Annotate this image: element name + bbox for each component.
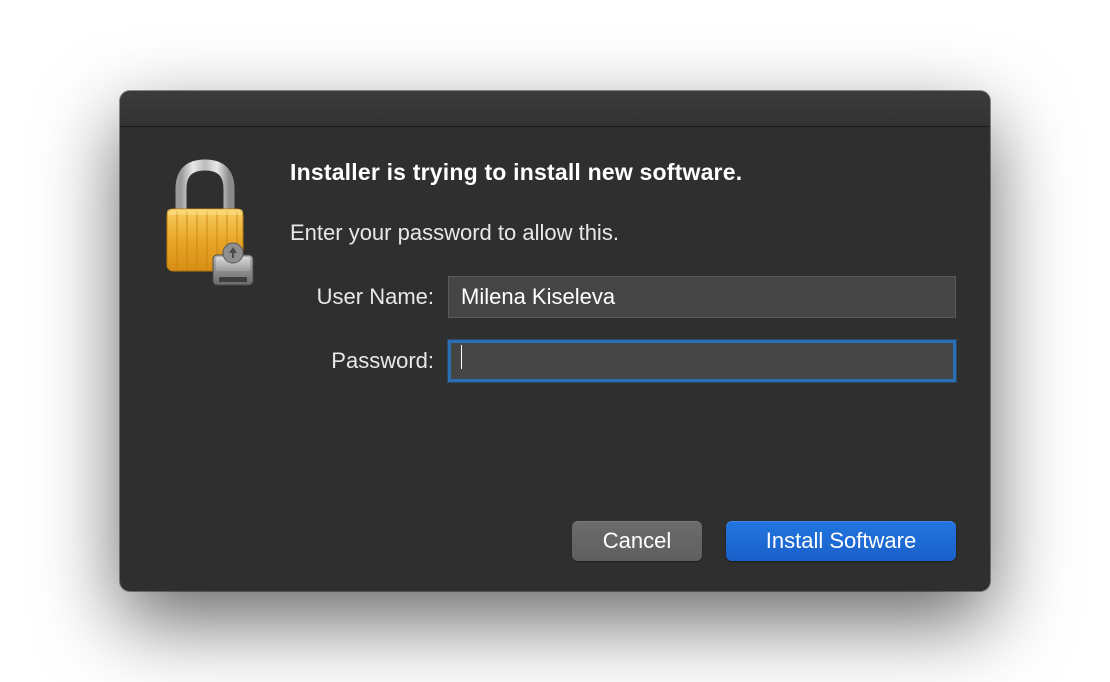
cancel-button[interactable]: Cancel [572,521,702,561]
lock-icon [159,159,259,382]
dialog-content: Installer is trying to install new softw… [120,127,990,382]
password-label: Password: [290,348,448,374]
dialog-instruction: Enter your password to allow this. [290,220,956,246]
auth-dialog: Installer is trying to install new softw… [120,91,990,591]
password-row: Password: [290,340,956,382]
dialog-heading: Installer is trying to install new softw… [290,159,956,186]
username-row: User Name: [290,276,956,318]
main-column: Installer is trying to install new softw… [290,157,956,382]
username-label: User Name: [290,284,448,310]
button-row: Cancel Install Software [572,521,956,561]
username-field[interactable] [448,276,956,318]
install-software-button[interactable]: Install Software [726,521,956,561]
icon-column [154,157,264,382]
password-field[interactable] [448,340,956,382]
titlebar[interactable] [120,91,990,127]
